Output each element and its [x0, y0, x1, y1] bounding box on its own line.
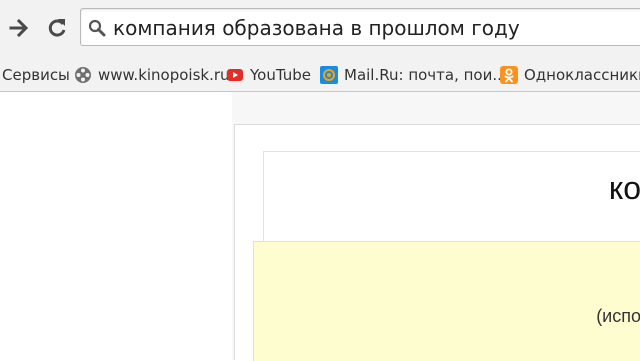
film-reel-icon	[75, 67, 91, 83]
youtube-icon	[227, 69, 243, 81]
bookmark-mailru[interactable]: Mail.Ru: почта, пои...	[320, 62, 507, 88]
page-content: ко (испо	[0, 92, 640, 361]
bookmark-label: Сервисы	[2, 66, 70, 84]
reload-button[interactable]	[44, 14, 70, 42]
bookmark-odnoklassniki[interactable]: Одноклассники	[500, 62, 640, 88]
page-header-box: ко	[263, 151, 640, 241]
mailru-icon	[320, 66, 338, 84]
page-card: ко (испо	[234, 124, 640, 361]
search-icon	[88, 19, 106, 37]
bookmark-youtube[interactable]: YouTube	[226, 62, 311, 88]
page-header-text: ко	[608, 170, 640, 206]
browser-toolbar: компания образована в прошлом году	[0, 0, 640, 58]
bookmark-kinopoisk[interactable]: www.kinopoisk.ru	[74, 62, 230, 88]
highlight-text: (испо	[596, 306, 640, 326]
forward-button[interactable]	[6, 14, 32, 42]
address-bar[interactable]: компания образована в прошлом году	[80, 8, 640, 46]
arrow-right-icon	[9, 18, 29, 38]
bookmarks-bar: Сервисы www.kinopoisk.ru YouTube Mail.Ru…	[0, 58, 640, 92]
highlight-box: (испо	[253, 241, 640, 361]
bookmark-label: YouTube	[250, 66, 311, 84]
bookmark-label: www.kinopoisk.ru	[98, 66, 230, 84]
reload-icon	[48, 19, 66, 37]
bookmark-label: Mail.Ru: почта, пои...	[344, 66, 507, 84]
odnoklassniki-icon	[500, 66, 518, 84]
page-left-margin	[0, 92, 232, 360]
bookmark-services[interactable]: Сервисы	[2, 62, 70, 88]
address-bar-text: компания образована в прошлом году	[113, 16, 520, 40]
bookmark-label: Одноклассники	[524, 66, 640, 84]
